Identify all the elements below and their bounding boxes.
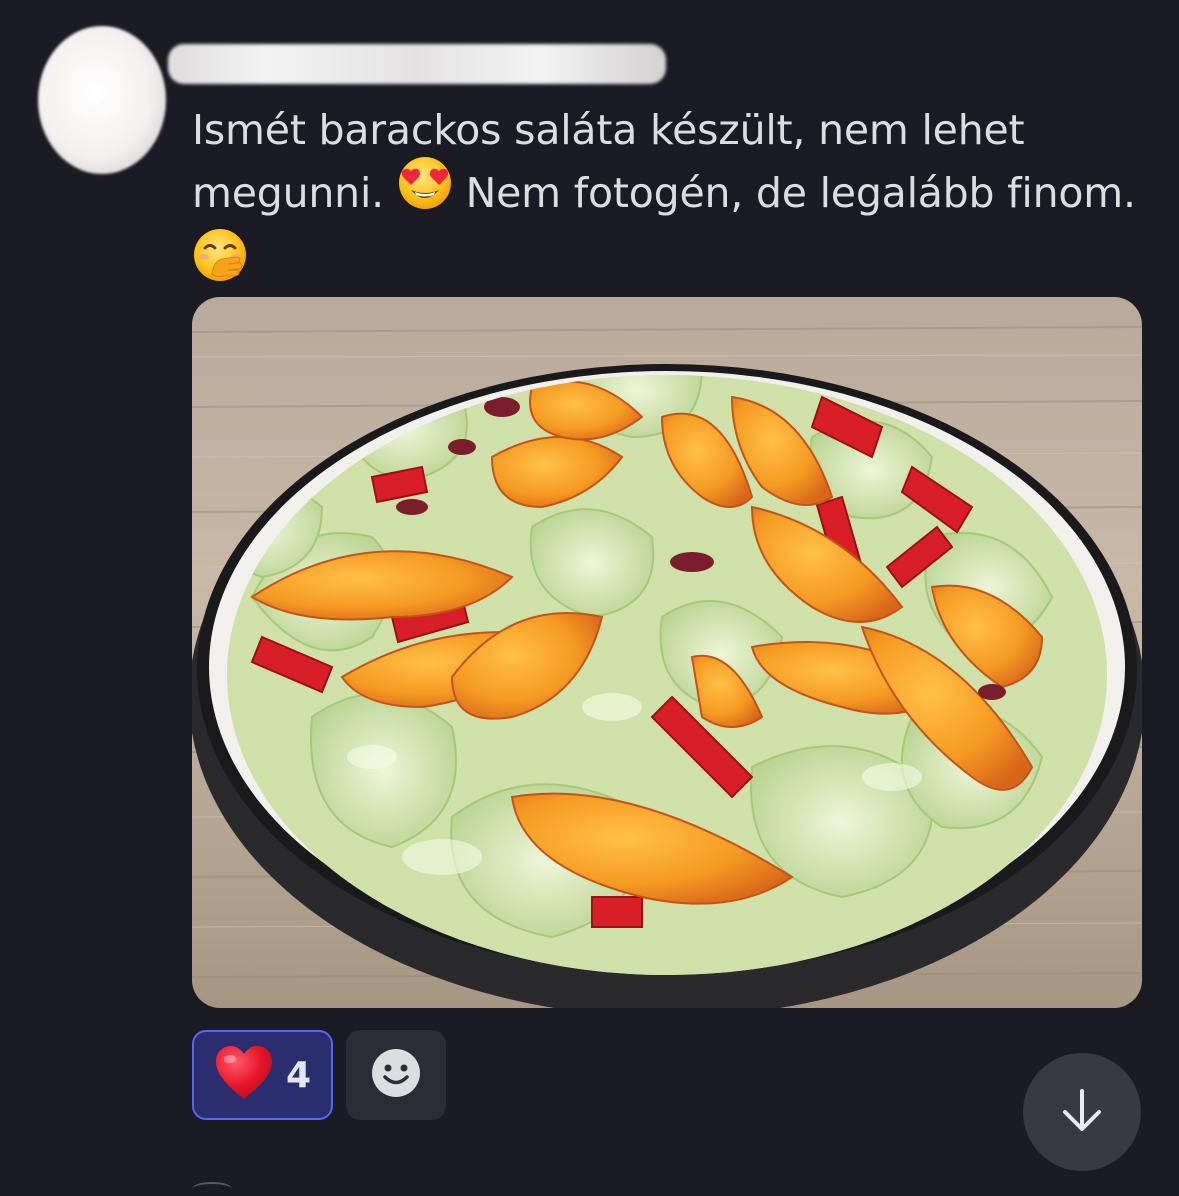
arrow-down-icon (1057, 1085, 1107, 1139)
salad-photo[interactable] (192, 297, 1142, 1008)
heart-emoji (214, 1045, 274, 1105)
scroll-to-bottom-button[interactable] (1023, 1053, 1141, 1171)
author-name-redacted[interactable] (168, 44, 666, 84)
reaction-count: 4 (285, 1054, 312, 1096)
heart-eyes-emoji (397, 155, 453, 227)
hand-over-mouth-emoji (192, 227, 248, 299)
reaction-heart[interactable]: 4 (192, 1030, 333, 1120)
message-text-part-2: Nem fotogén, de legalább finom. (465, 169, 1136, 217)
smiley-icon (370, 1047, 422, 1103)
next-message-avatar-peek (192, 1182, 232, 1196)
author-avatar[interactable] (38, 26, 166, 174)
add-reaction-button[interactable] (346, 1030, 446, 1120)
message-text: Ismét barackos saláta készült, nem lehet… (192, 100, 1152, 304)
